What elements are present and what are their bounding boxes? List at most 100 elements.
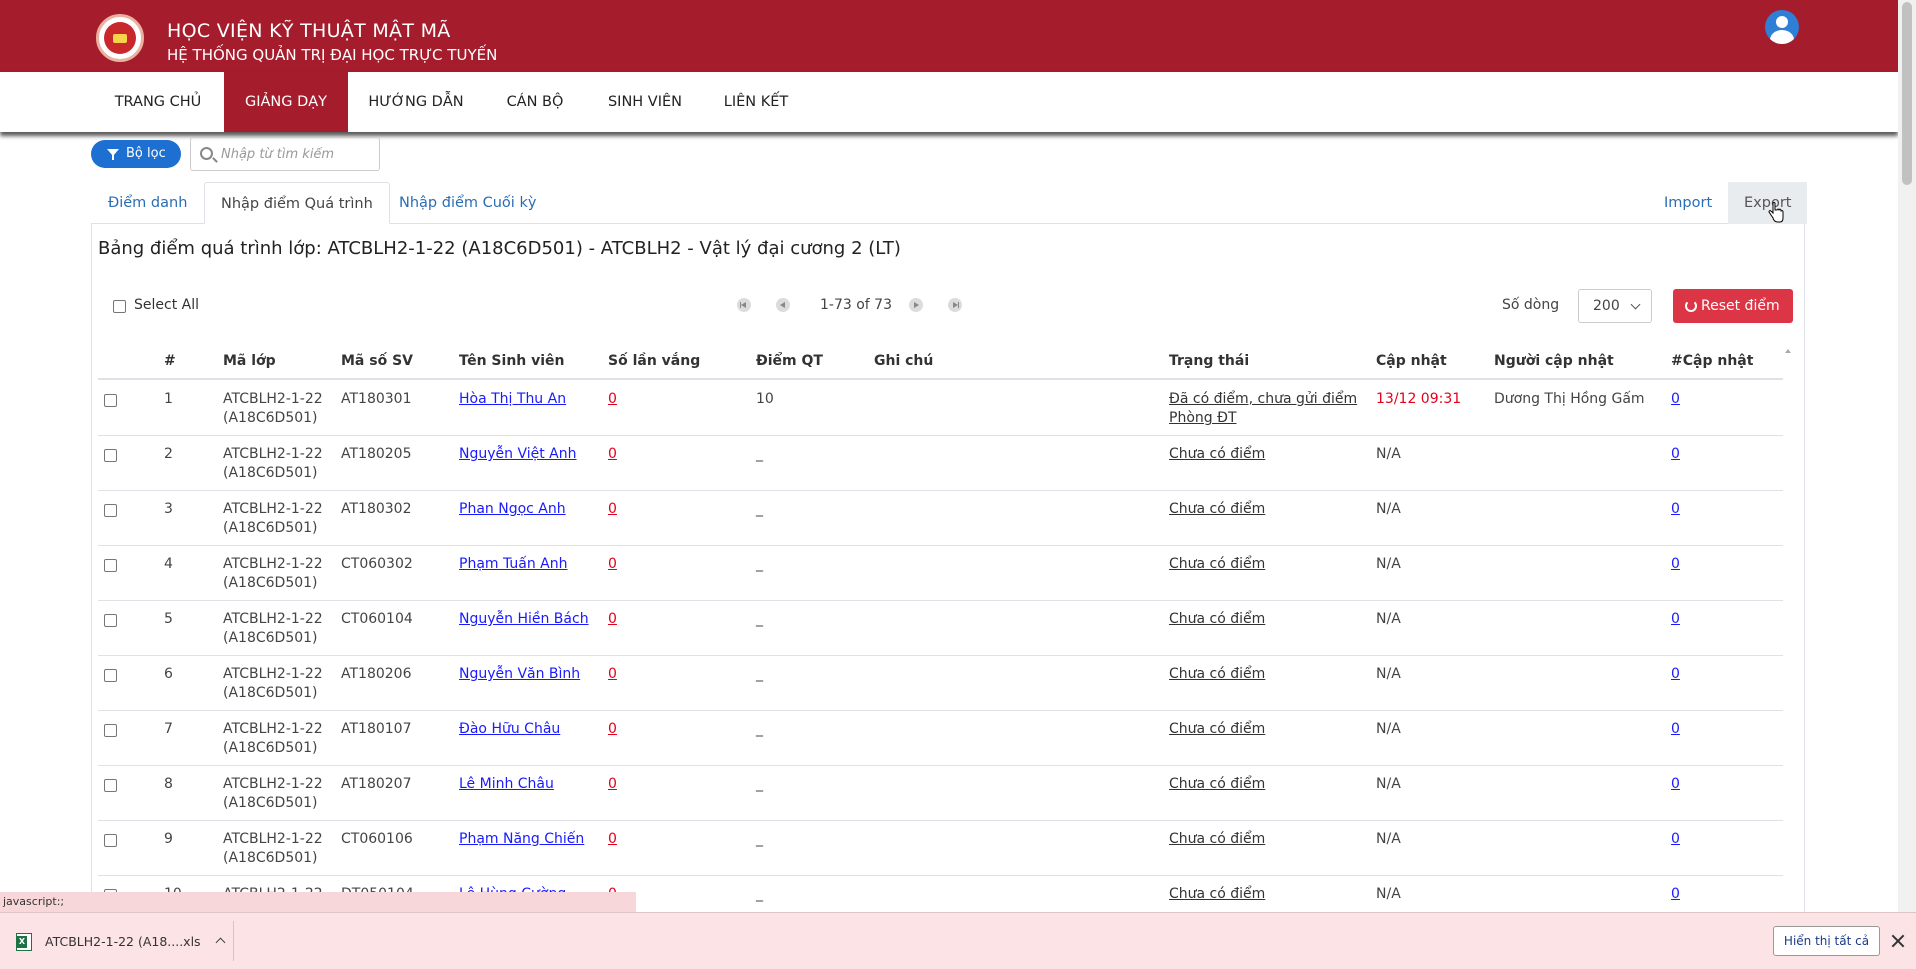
nav-item-links[interactable]: LIÊN KẾT — [713, 72, 799, 132]
status-text[interactable]: Chưa có điểm — [1169, 831, 1265, 847]
status-link[interactable]: Chưa có điểm — [1169, 665, 1369, 684]
row-process-score[interactable]: _ — [756, 445, 763, 464]
nav-item-staff[interactable]: CÁN BỘ — [490, 72, 580, 132]
student-name[interactable]: Nguyễn Văn Bình — [459, 666, 580, 682]
row-checkbox[interactable] — [104, 665, 117, 684]
row-process-score[interactable]: _ — [756, 775, 763, 794]
absences-link[interactable]: 0 — [608, 830, 617, 849]
row-process-score[interactable]: _ — [756, 555, 763, 574]
next-page-icon[interactable] — [909, 298, 923, 312]
checkbox[interactable] — [113, 300, 126, 313]
status-link[interactable]: Chưa có điểm — [1169, 885, 1369, 904]
row-process-score[interactable]: _ — [756, 665, 763, 684]
tab-process-score[interactable]: Nhập điểm Quá trình — [204, 182, 390, 224]
status-link[interactable]: Chưa có điểm — [1169, 775, 1369, 794]
status-link[interactable]: Chưa có điểm — [1169, 610, 1369, 629]
nav-item-teaching[interactable]: GIẢNG DẠY — [224, 72, 348, 132]
student-name[interactable]: Lê Minh Châu — [459, 776, 554, 792]
status-link[interactable]: Chưa có điểm — [1169, 445, 1369, 464]
absences-link[interactable]: 0 — [608, 775, 617, 794]
student-name-link[interactable]: Đào Hữu Châu — [459, 720, 560, 739]
update-count-link[interactable]: 0 — [1671, 665, 1680, 684]
update-count[interactable]: 0 — [1671, 886, 1680, 902]
update-count-link[interactable]: 0 — [1671, 610, 1680, 629]
table-scrollbar[interactable] — [1783, 345, 1793, 905]
student-name[interactable]: Nguyễn Việt Anh — [459, 446, 577, 462]
status-link[interactable]: Chưa có điểm — [1169, 720, 1369, 739]
nav-item-home[interactable]: TRANG CHỦ — [98, 72, 218, 132]
absence-count[interactable]: 0 — [608, 611, 617, 627]
absence-count[interactable]: 0 — [608, 556, 617, 572]
absence-count[interactable]: 0 — [608, 666, 617, 682]
update-count[interactable]: 0 — [1671, 446, 1680, 462]
status-text[interactable]: Chưa có điểm — [1169, 666, 1265, 682]
student-name-link[interactable]: Phan Ngọc Anh — [459, 500, 566, 519]
row-checkbox[interactable] — [104, 390, 117, 409]
absence-count[interactable]: 0 — [608, 721, 617, 737]
absences-link[interactable]: 0 — [608, 665, 617, 684]
absences-link[interactable]: 0 — [608, 720, 617, 739]
student-name[interactable]: Hòa Thị Thu An — [459, 391, 566, 407]
update-count[interactable]: 0 — [1671, 666, 1680, 682]
row-process-score[interactable]: _ — [756, 610, 763, 629]
student-name-link[interactable]: Phạm Tuấn Anh — [459, 555, 568, 574]
row-process-score[interactable]: _ — [756, 830, 763, 849]
student-name-link[interactable]: Nguyễn Hiền Bách — [459, 610, 589, 629]
row-checkbox[interactable] — [104, 775, 117, 794]
absence-count[interactable]: 0 — [608, 391, 617, 407]
update-count[interactable]: 0 — [1671, 776, 1680, 792]
absence-count[interactable]: 0 — [608, 776, 617, 792]
row-checkbox[interactable] — [104, 500, 117, 519]
student-name-link[interactable]: Phạm Năng Chiến — [459, 830, 584, 849]
rows-per-page-select[interactable]: 200 — [1578, 289, 1652, 323]
scroll-up-icon[interactable] — [1785, 349, 1791, 353]
last-page-icon[interactable] — [948, 298, 962, 312]
update-count-link[interactable]: 0 — [1671, 830, 1680, 849]
update-count[interactable]: 0 — [1671, 721, 1680, 737]
chevron-up-icon[interactable] — [215, 937, 226, 948]
absences-link[interactable]: 0 — [608, 390, 617, 409]
reset-scores-button[interactable]: Reset điểm — [1673, 289, 1793, 323]
update-count-link[interactable]: 0 — [1671, 885, 1680, 904]
tab-import[interactable]: Import — [1648, 182, 1728, 224]
row-checkbox[interactable] — [104, 610, 117, 629]
page-scrollbar[interactable] — [1898, 0, 1916, 912]
scrollbar-thumb[interactable] — [1902, 2, 1912, 185]
status-text[interactable]: Chưa có điểm — [1169, 611, 1265, 627]
show-all-downloads-button[interactable]: Hiển thị tất cả — [1773, 926, 1880, 956]
student-name[interactable]: Đào Hữu Châu — [459, 721, 560, 737]
row-checkbox[interactable] — [104, 830, 117, 849]
first-page-icon[interactable] — [737, 298, 751, 312]
student-name-link[interactable]: Nguyễn Văn Bình — [459, 665, 580, 684]
update-count-link[interactable]: 0 — [1671, 390, 1680, 409]
row-checkbox[interactable] — [104, 555, 117, 574]
update-count-link[interactable]: 0 — [1671, 500, 1680, 519]
update-count[interactable]: 0 — [1671, 391, 1680, 407]
status-link[interactable]: Chưa có điểm — [1169, 830, 1369, 849]
status-link[interactable]: Đã có điểm, chưa gửi điểm Phòng ĐT — [1169, 390, 1369, 428]
student-name[interactable]: Phan Ngọc Anh — [459, 501, 566, 517]
user-avatar-icon[interactable] — [1765, 10, 1799, 44]
absences-link[interactable]: 0 — [608, 610, 617, 629]
absence-count[interactable]: 0 — [608, 501, 617, 517]
prev-page-icon[interactable] — [776, 298, 790, 312]
row-checkbox[interactable] — [104, 720, 117, 739]
status-text[interactable]: Đã có điểm, chưa gửi điểm Phòng ĐT — [1169, 391, 1357, 426]
update-count-link[interactable]: 0 — [1671, 720, 1680, 739]
update-count[interactable]: 0 — [1671, 501, 1680, 517]
tab-attendance[interactable]: Điểm danh — [92, 182, 203, 224]
row-process-score[interactable]: _ — [756, 720, 763, 739]
absence-count[interactable]: 0 — [608, 446, 617, 462]
status-text[interactable]: Chưa có điểm — [1169, 886, 1265, 902]
status-text[interactable]: Chưa có điểm — [1169, 776, 1265, 792]
row-checkbox[interactable] — [104, 445, 117, 464]
tab-final-score[interactable]: Nhập điểm Cuối kỳ — [383, 182, 552, 224]
update-count-link[interactable]: 0 — [1671, 775, 1680, 794]
student-name-link[interactable]: Hòa Thị Thu An — [459, 390, 566, 409]
update-count[interactable]: 0 — [1671, 611, 1680, 627]
download-item[interactable]: ATCBLH2-1-22 (A18....xls — [12, 931, 226, 953]
filter-button[interactable]: Bộ lọc — [91, 140, 181, 168]
status-text[interactable]: Chưa có điểm — [1169, 556, 1265, 572]
student-name[interactable]: Phạm Năng Chiến — [459, 831, 584, 847]
student-name-link[interactable]: Nguyễn Việt Anh — [459, 445, 577, 464]
